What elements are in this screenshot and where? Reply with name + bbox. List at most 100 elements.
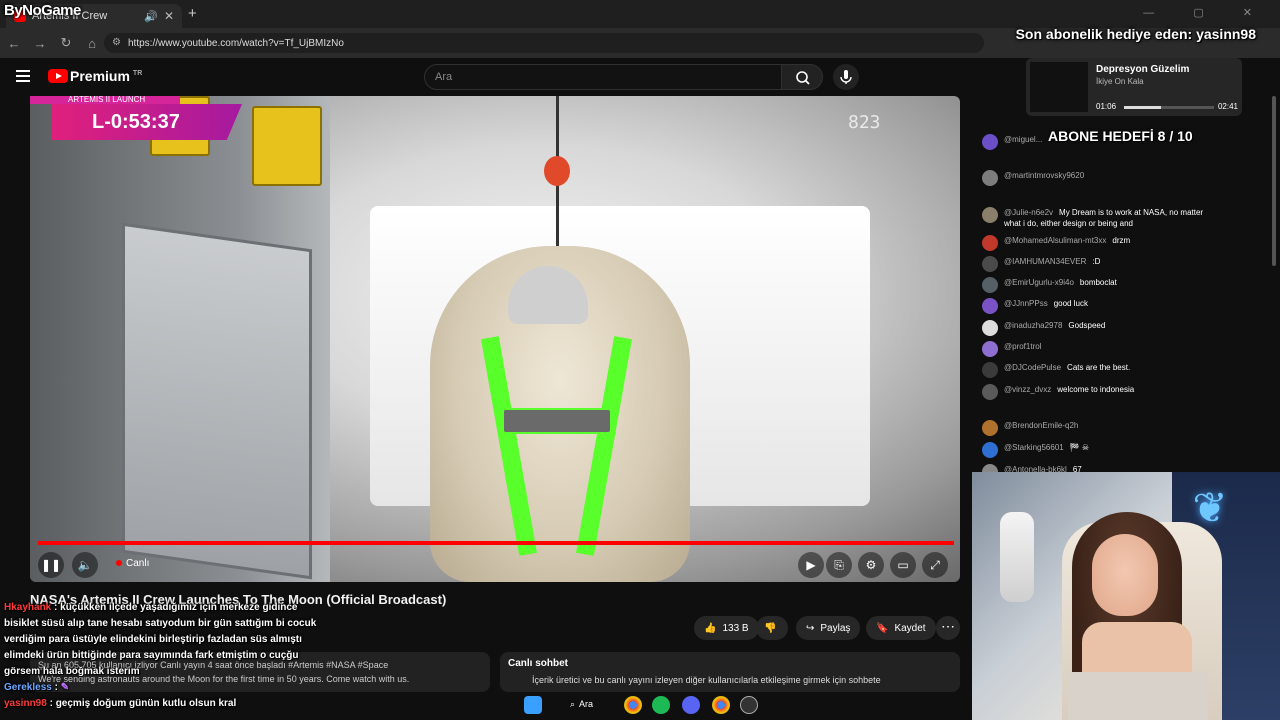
taskbar-search[interactable]: ⌕ Ara [560,694,612,714]
search-button[interactable] [781,64,823,90]
live-chat-message[interactable]: @MohamedAlsuliman-mt3xx drzm [982,235,1212,251]
live-chat-author[interactable]: @Starking56601 [1004,443,1064,452]
windows-start-icon[interactable] [524,696,542,714]
page-scrollbar[interactable] [1272,96,1276,266]
live-chat-message[interactable]: @DJCodePulse Cats are the best. [982,362,1212,378]
live-chat-message[interactable]: @Julie-n6e2v My Dream is to work at NASA,… [982,207,1212,229]
more-actions-button[interactable]: ⋯ [936,616,960,640]
like-button[interactable]: 👍 133 B [694,616,759,640]
live-chat-body: @IAMHUMAN34EVER :D [1004,256,1100,267]
avatar[interactable] [982,384,998,400]
live-chat-author[interactable]: @MohamedAlsuliman-mt3xx [1004,236,1106,245]
countdown-timer: L-0:53:37 [52,104,242,140]
reload-icon[interactable]: ↻ [54,35,78,51]
song-progress-fill [1124,106,1161,109]
speaker-icon[interactable]: 🔊 [144,10,158,23]
autoplay-toggle[interactable]: ▶ [798,552,824,578]
live-chat-author[interactable]: @JJnnPPss [1004,299,1048,308]
video-player[interactable] [30,96,960,582]
avatar[interactable] [982,420,998,436]
obs-icon[interactable] [740,696,758,714]
live-chat-message[interactable]: @inaduzha2978 Godspeed [982,320,1212,336]
avatar[interactable] [982,207,998,223]
video-progress-bar[interactable] [38,541,954,545]
live-chat-author[interactable]: @miguel... [1004,135,1042,144]
live-chat-promo[interactable]: Canlı sohbet İçerik üretici ve bu canlı … [500,652,960,692]
address-bar[interactable]: ⚙ https://www.youtube.com/watch?v=Tf_UjB… [104,33,984,53]
back-icon[interactable]: ← [2,36,26,51]
live-chat-message[interactable]: @EmirUgurlu-x9i4o bomboclat [982,277,1212,293]
video-scene-box [252,106,322,186]
avatar[interactable] [982,170,998,186]
bookmark-icon: 🔖 [876,622,889,634]
live-chat-heading: Canlı sohbet [508,658,569,669]
live-chat-text: welcome to indonesia [1057,385,1135,394]
share-icon: ↪ [806,622,815,634]
menu-icon[interactable] [16,70,30,82]
thumbs-up-icon: 👍 [704,622,717,634]
avatar[interactable] [982,442,998,458]
volume-icon[interactable]: 🔈 [72,552,98,578]
avatar[interactable] [982,277,998,293]
avatar[interactable] [982,320,998,336]
live-chat-author[interactable]: @BrendonEmile-q2h [1004,421,1078,430]
live-chat-author[interactable]: @EmirUgurlu-x9i4o [1004,278,1074,287]
live-chat-text: :D [1092,257,1101,266]
screen: Artemis II Crew 🔊 ✕ + ByNoGame — ▢ ✕ ← →… [0,0,1280,720]
live-chat-text: Cats are the best. [1067,363,1131,372]
subtitles-icon[interactable]: ⎘ [826,552,852,578]
live-chat-author[interactable]: @IAMHUMAN34EVER [1004,257,1086,266]
live-chat-message[interactable]: @IAMHUMAN34EVER :D [982,256,1212,272]
youtube-logo-text[interactable]: Premium TR [70,68,142,84]
youtube-logo-icon[interactable] [48,69,68,83]
live-chat-author[interactable]: @DJCodePulse [1004,363,1061,372]
avatar[interactable] [982,256,998,272]
save-button[interactable]: 🔖 Kaydet [866,616,936,640]
chrome-icon[interactable] [712,696,730,714]
share-button[interactable]: ↪ Paylaş [796,616,861,640]
live-chat-message[interactable]: @vinzz_dvxz welcome to indonesia [982,384,1212,400]
voice-search-button[interactable] [833,64,859,90]
settings-icon[interactable]: ⚙ [858,552,884,578]
avatar[interactable] [982,298,998,314]
fullscreen-icon[interactable]: ⤢ [922,552,948,578]
live-chat-author[interactable]: @Julie-n6e2v [1004,208,1053,217]
live-chat-body: @martintmrovsky9620 [1004,170,1090,181]
site-info-icon[interactable]: ⚙ [112,37,121,48]
webcam-microphone [1000,512,1034,602]
live-chat-author[interactable]: @inaduzha2978 [1004,321,1062,330]
new-tab-button[interactable]: + [188,5,197,22]
live-chat-message[interactable]: @prof1trol [982,341,1212,357]
forward-icon[interactable]: → [28,36,52,51]
launch-countdown: ARTEMIS II LAUNCH L-0:53:37 [30,96,242,140]
pause-button[interactable]: ❚❚ [38,552,64,578]
avatar[interactable] [982,134,998,150]
live-chat-author[interactable]: @prof1trol [1004,342,1041,351]
video-controls: ❚❚ 🔈 Canlı ▶ ⎘ ⚙ ▭ ⤢ [30,548,960,582]
live-chat-body: @Julie-n6e2v My Dream is to work at NASA,… [1004,207,1212,229]
live-chat-message[interactable]: @JJnnPPss good luck [982,298,1212,314]
music-widget: Depresyon Güzelim İkiye On Kala 01:06 02… [1026,58,1242,116]
chrome-icon[interactable] [624,696,642,714]
live-chat-message[interactable]: @Starking56601 🏁 ☠ [982,442,1212,458]
live-badge[interactable]: Canlı [116,558,149,569]
live-chat-author[interactable]: @vinzz_dvxz [1004,385,1051,394]
window-controls[interactable]: — ▢ ✕ [1143,6,1270,19]
song-total: 02:41 [1217,102,1238,111]
discord-icon[interactable] [682,696,700,714]
home-icon[interactable]: ⌂ [80,36,104,51]
live-chat-message[interactable]: @BrendonEmile-q2h [982,420,1212,436]
search-input[interactable]: Ara [424,64,782,90]
live-chat-author[interactable]: @martintmrovsky9620 [1004,171,1084,180]
close-tab-icon[interactable]: ✕ [164,9,174,23]
live-chat-message[interactable]: @martintmrovsky9620 [982,170,1212,186]
live-chat-body: @BrendonEmile-q2h [1004,420,1084,431]
dislike-button[interactable]: 👎 [756,616,788,640]
streamer-brand: ByNoGame [4,2,81,19]
avatar[interactable] [982,341,998,357]
theater-mode-icon[interactable]: ▭ [890,552,916,578]
search-icon [796,71,810,85]
avatar[interactable] [982,362,998,378]
avatar[interactable] [982,235,998,251]
spotify-icon[interactable] [652,696,670,714]
